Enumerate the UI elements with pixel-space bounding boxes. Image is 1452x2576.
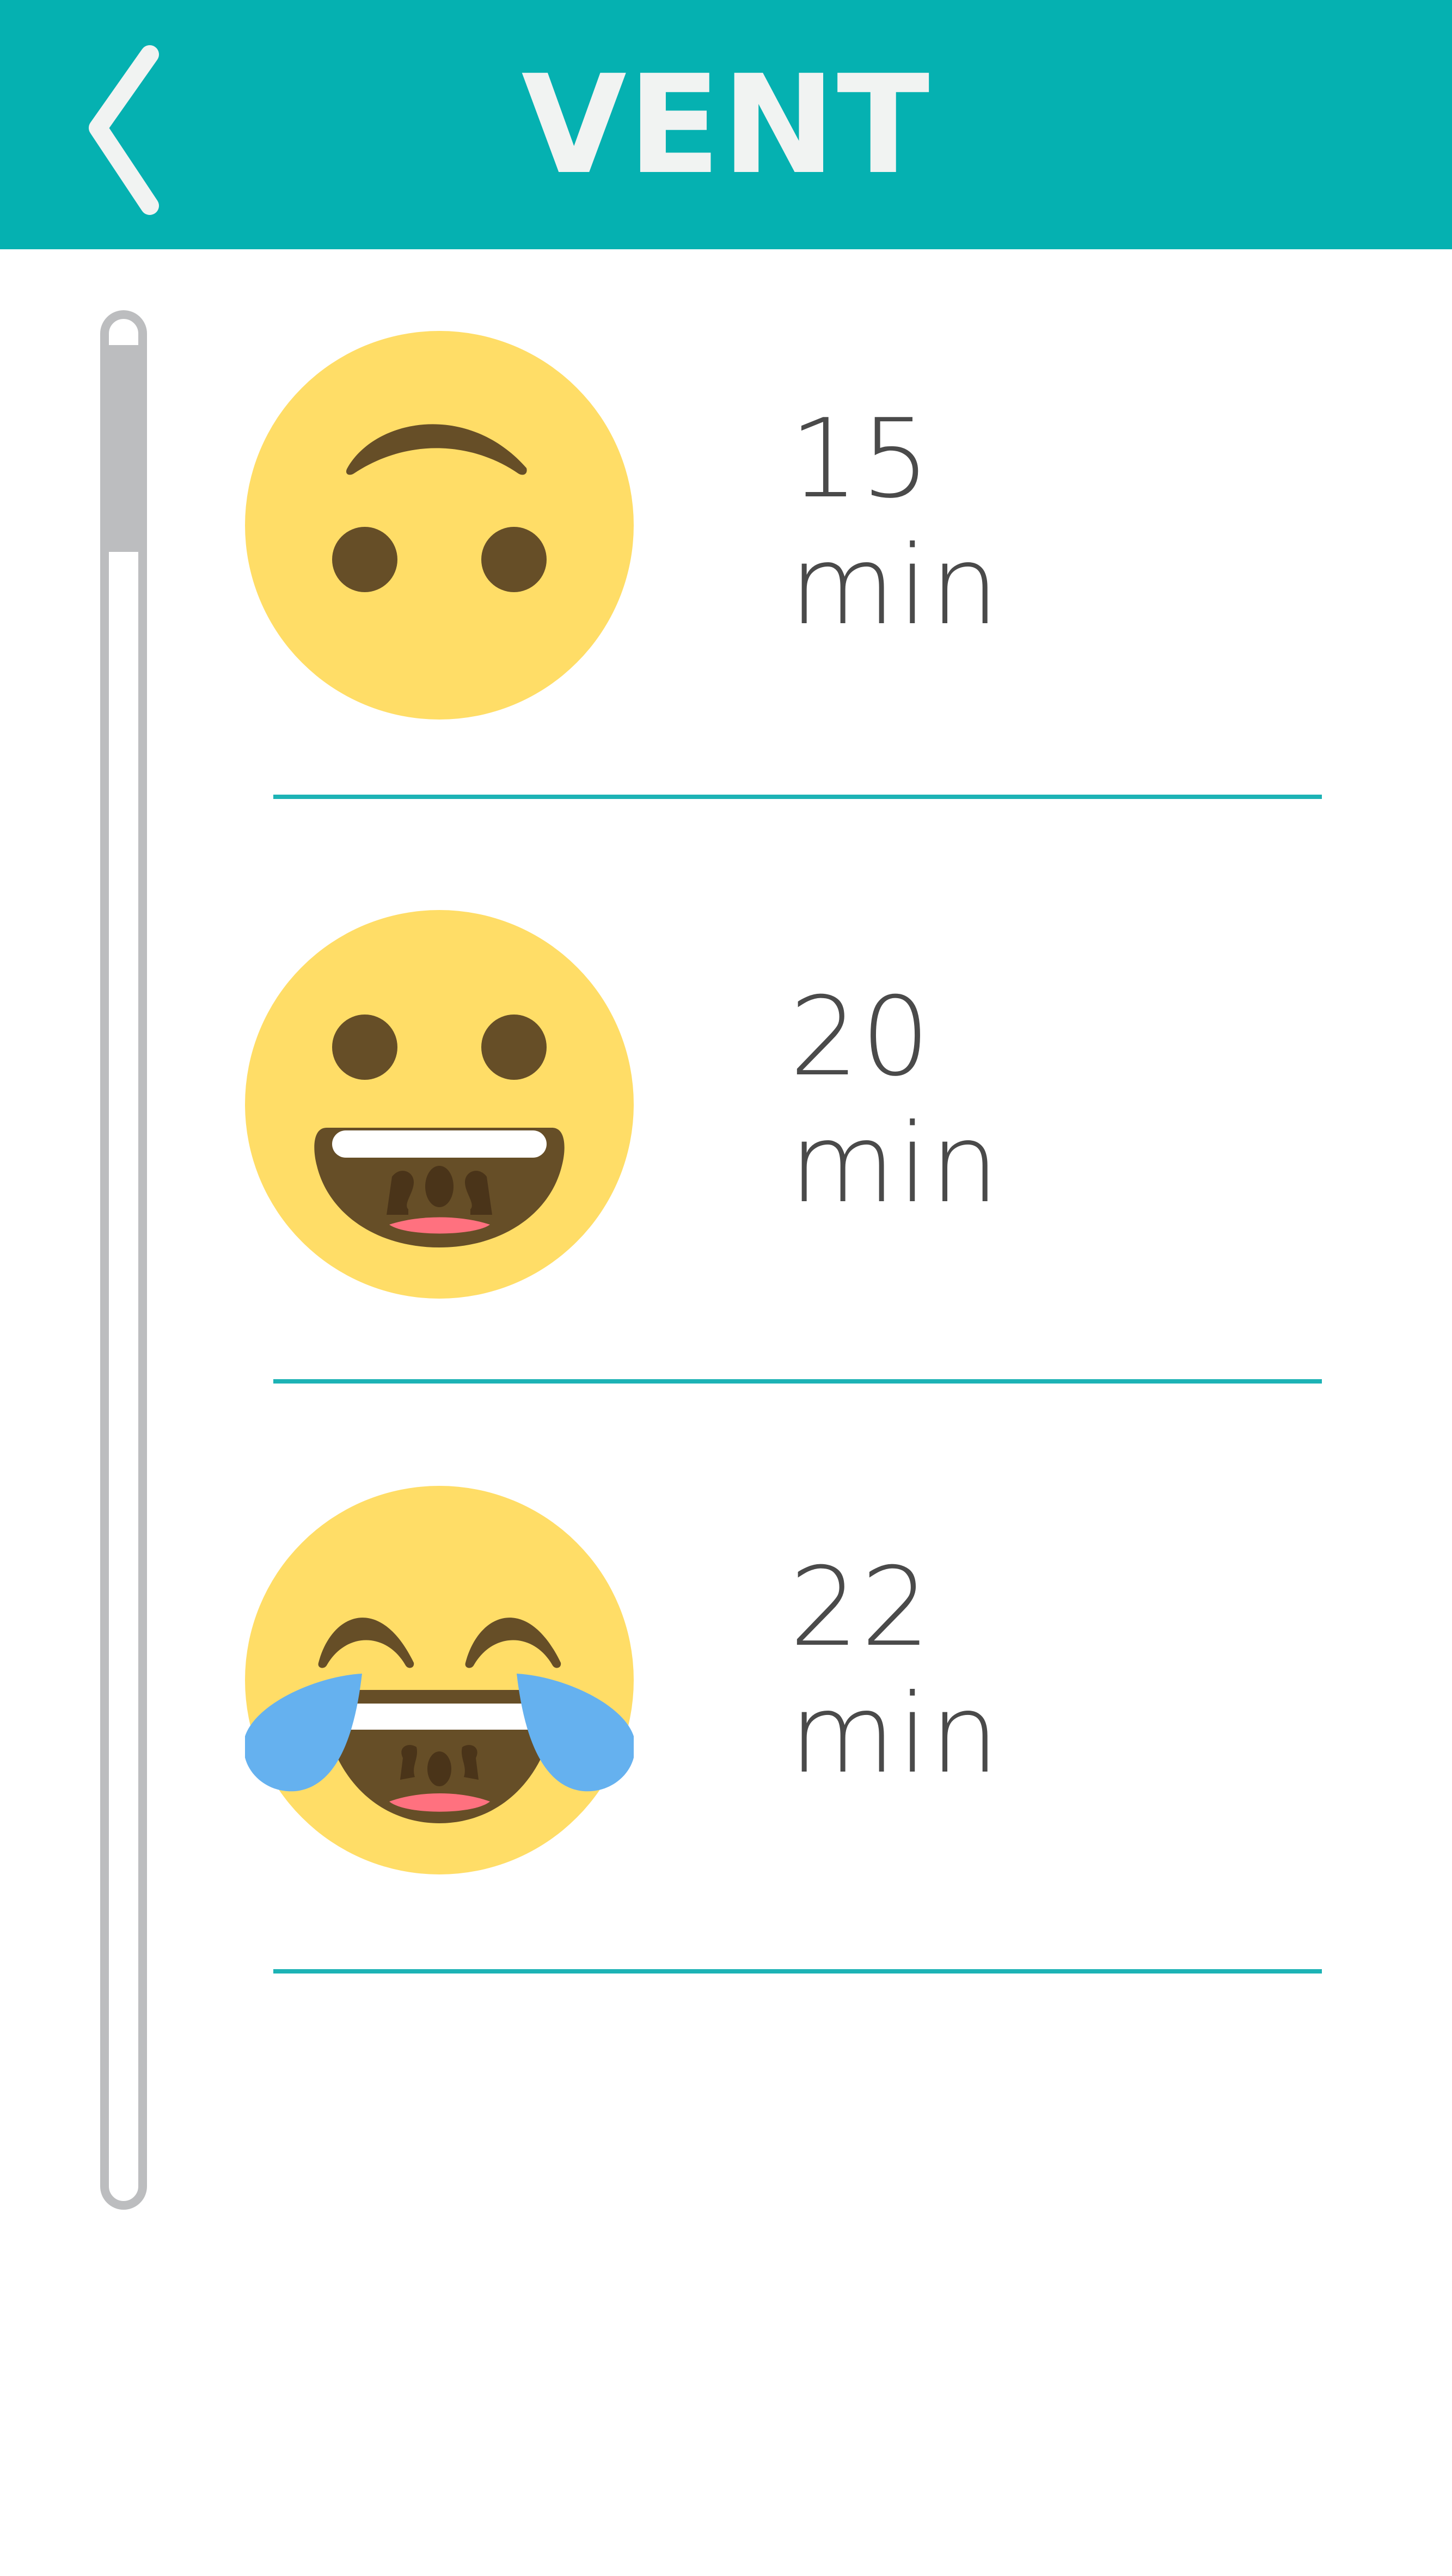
divider <box>273 1969 1322 1974</box>
duration-label: 22 min <box>789 1544 1002 1798</box>
divider <box>273 1379 1322 1384</box>
duration-label: 20 min <box>789 974 1002 1227</box>
divider <box>273 795 1322 799</box>
list-item[interactable]: 22 min <box>0 0 1452 1874</box>
duration-list: 15 min 20 min 22 min <box>0 0 1452 2576</box>
grinning-face-icon <box>245 910 634 1299</box>
face-with-tears-of-joy-icon <box>245 1486 634 1874</box>
